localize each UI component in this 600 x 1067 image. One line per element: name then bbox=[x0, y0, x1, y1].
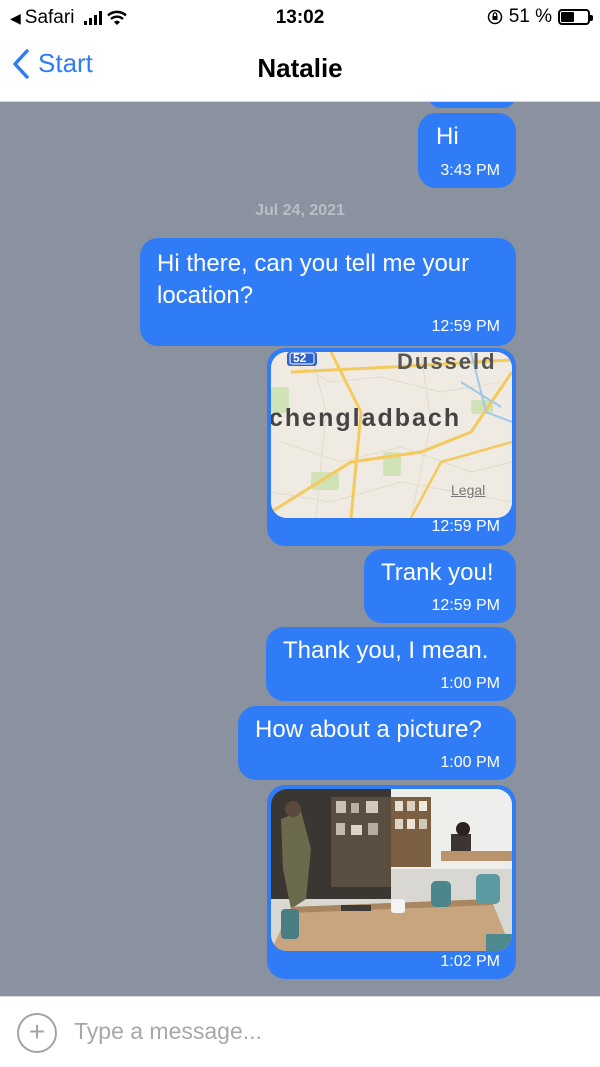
nav-bar: Start Natalie bbox=[0, 36, 600, 102]
message-bubble[interactable]: Hi there, can you tell me your location?… bbox=[140, 238, 516, 346]
message-time: 1:02 PM bbox=[440, 953, 500, 970]
message-time: 12:59 PM bbox=[431, 597, 500, 614]
status-bar: ◀ Safari 13:02 51 % bbox=[0, 0, 600, 36]
map-legal-link[interactable]: Legal bbox=[451, 482, 485, 498]
message-text: Thank you, I mean. bbox=[283, 637, 489, 664]
message-text: Hi bbox=[436, 123, 459, 150]
conversation-title: Natalie bbox=[257, 53, 343, 83]
plus-icon: + bbox=[28, 1016, 46, 1047]
message-text: Trank you! bbox=[381, 559, 494, 586]
message-bubble[interactable]: Trank you! 12:59 PM bbox=[364, 549, 516, 623]
message-text: How about a picture? bbox=[255, 716, 482, 743]
map-thumbnail[interactable]: 52 Dusseld chengladbach Legal bbox=[271, 352, 512, 518]
battery-icon bbox=[558, 9, 593, 25]
status-right: 51 % bbox=[487, 6, 593, 28]
photo-thumbnail[interactable] bbox=[271, 789, 512, 951]
message-text: Hi there, can you tell me your location? bbox=[157, 250, 470, 309]
add-attachment-button[interactable]: + bbox=[17, 1013, 57, 1053]
message-bubble[interactable]: Thank you, I mean. 1:00 PM bbox=[266, 627, 516, 701]
message-input[interactable] bbox=[74, 1011, 574, 1051]
message-bubble-cut[interactable] bbox=[428, 102, 516, 108]
orientation-lock-icon bbox=[487, 9, 502, 25]
photo-bubble[interactable]: 1:02 PM bbox=[267, 785, 516, 979]
cafe-photo-image bbox=[271, 789, 512, 951]
battery-fill bbox=[561, 12, 575, 22]
message-time: 3:43 PM bbox=[440, 162, 500, 179]
composer-bar: + bbox=[0, 996, 600, 1067]
message-time: 12:59 PM bbox=[431, 318, 500, 335]
chat-area[interactable]: Hi 3:43 PM Jul 24, 2021 Hi there, can yo… bbox=[0, 102, 600, 996]
message-bubble[interactable]: Hi 3:43 PM bbox=[418, 113, 516, 188]
battery-percent: 51 % bbox=[508, 6, 552, 27]
location-bubble[interactable]: 52 Dusseld chengladbach Legal 12:59 PM bbox=[267, 348, 516, 546]
map-city-label: chengladbach bbox=[271, 404, 462, 432]
message-time: 1:00 PM bbox=[440, 675, 500, 692]
message-time: 12:59 PM bbox=[431, 518, 500, 535]
message-bubble[interactable]: How about a picture? 1:00 PM bbox=[238, 706, 516, 780]
date-separator: Jul 24, 2021 bbox=[255, 202, 345, 219]
message-time: 1:00 PM bbox=[440, 754, 500, 771]
map-road-label: 52 bbox=[293, 352, 307, 365]
map-city-label: Dusseld bbox=[397, 352, 497, 374]
